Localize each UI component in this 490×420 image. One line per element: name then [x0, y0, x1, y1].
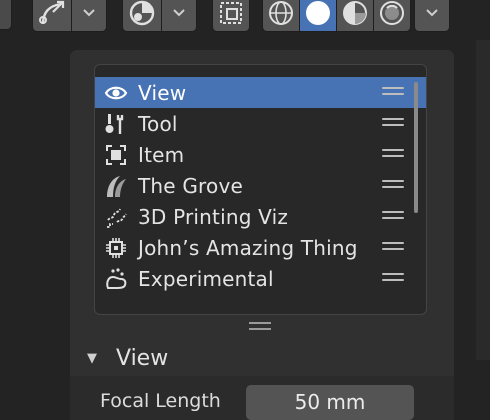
- chip-icon: [106, 238, 126, 258]
- drag-handle-icon[interactable]: [382, 211, 404, 220]
- drag-handle-icon[interactable]: [382, 149, 404, 158]
- drag-handle-icon[interactable]: [382, 118, 404, 127]
- drag-handle-icon[interactable]: [382, 87, 404, 96]
- tab-item-johns-amazing-thing[interactable]: John’s Amazing Thing: [95, 232, 426, 263]
- view-panel-title: View: [116, 346, 169, 371]
- curve-tool-icon: [39, 0, 65, 25]
- drag-handle-icon[interactable]: [382, 180, 404, 189]
- grove-icon: [107, 176, 126, 197]
- snap-element-button[interactable]: [0, 0, 12, 30]
- tab-item-tool[interactable]: Tool: [95, 108, 426, 139]
- chevron-down-icon: [83, 9, 95, 17]
- tab-item-3d-printing-viz[interactable]: 3D Printing Viz: [95, 201, 426, 232]
- collapse-triangle-icon[interactable]: ▼: [87, 351, 97, 366]
- tab-item-label: 3D Printing Viz: [138, 205, 289, 229]
- shading-options-dropdown[interactable]: [414, 0, 450, 32]
- proportional-edit-button[interactable]: [32, 0, 72, 32]
- tab-item-experimental[interactable]: Experimental: [95, 263, 426, 294]
- tab-item-label: Item: [138, 143, 185, 167]
- overlay-button[interactable]: [122, 0, 162, 32]
- solid-shading-icon: [306, 1, 330, 25]
- chevron-down-icon: [426, 9, 438, 17]
- proportional-edit-dropdown[interactable]: [71, 0, 107, 32]
- xray-toggle-button[interactable]: [212, 0, 250, 32]
- drag-handle-icon[interactable]: [382, 273, 404, 282]
- eye-icon: [104, 86, 128, 100]
- tool-icon: [105, 114, 124, 134]
- wireframe-shading-icon: [269, 1, 293, 25]
- solid-shading-button[interactable]: [299, 0, 337, 32]
- tab-item-label: Experimental: [138, 267, 274, 291]
- focal-length-label: Focal Length: [100, 390, 221, 412]
- list-scrollbar[interactable]: [414, 82, 418, 213]
- chevron-down-icon: [173, 9, 185, 17]
- tab-item-label: Tool: [138, 112, 178, 136]
- xray-icon: [220, 2, 242, 24]
- experimental-icon: [106, 268, 127, 289]
- view-panel-header[interactable]: ▼ View: [70, 342, 454, 376]
- tab-item-view[interactable]: View: [95, 77, 426, 108]
- item-icon: [106, 145, 126, 165]
- overlay-toggle-icon: [129, 0, 155, 26]
- tab-item-label: John’s Amazing Thing: [138, 236, 358, 260]
- tab-item-item[interactable]: Item: [95, 139, 426, 170]
- focal-length-field[interactable]: 50 mm: [246, 385, 414, 420]
- tab-item-the-grove[interactable]: The Grove: [95, 170, 426, 201]
- wireframe-shading-button[interactable]: [262, 0, 300, 32]
- focal-length-row: Focal Length 50 mm: [70, 376, 454, 420]
- material-preview-icon: [343, 1, 367, 25]
- list-resize-handle[interactable]: [249, 322, 271, 331]
- printing-icon: [107, 208, 127, 228]
- rendered-shading-button[interactable]: [373, 0, 411, 32]
- viewport-edge: [476, 40, 490, 360]
- rendered-shading-icon: [380, 1, 404, 25]
- drag-handle-icon[interactable]: [382, 242, 404, 251]
- material-preview-button[interactable]: [336, 0, 374, 32]
- sidebar-tabs-list[interactable]: View Tool Item The Grove 3D Printing Viz: [94, 64, 427, 315]
- tab-item-label: View: [138, 81, 187, 105]
- overlay-dropdown[interactable]: [161, 0, 197, 32]
- tab-item-label: The Grove: [138, 174, 244, 198]
- focal-length-value: 50 mm: [294, 390, 366, 414]
